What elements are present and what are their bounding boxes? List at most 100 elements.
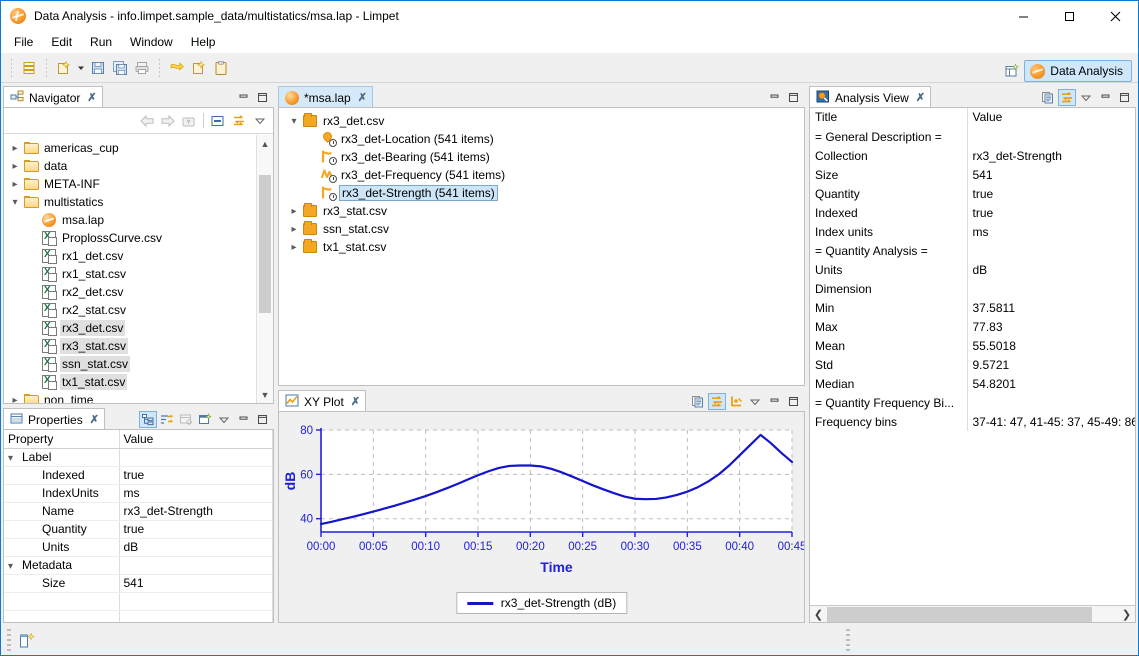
expander-icon[interactable]: ▸ (8, 161, 22, 172)
new-view-icon[interactable] (196, 411, 214, 428)
minimize-icon[interactable] (1096, 89, 1114, 106)
editor-tree-item[interactable]: ▸ rx3_stat.csv (279, 202, 804, 220)
close-icon[interactable]: ✗ (916, 91, 925, 104)
expander-icon[interactable]: ▾ (8, 561, 22, 572)
editor-tree[interactable]: ▾rx3_det.csv▸rx3_det-Location (541 items… (279, 108, 804, 256)
navigator-tree-item[interactable]: ▸ META-INF (4, 175, 273, 193)
editor-tree-item[interactable]: ▸ tx1_stat.csv (279, 238, 804, 256)
new-file-icon[interactable] (188, 57, 210, 79)
editor-tree-item[interactable]: ▾ rx3_det.csv (279, 112, 804, 130)
properties-row[interactable]: Name rx3_det-Strength (4, 502, 273, 521)
expander-icon[interactable]: ▾ (8, 453, 22, 464)
analysis-row[interactable]: Dimension (810, 279, 1135, 298)
copy-icon[interactable] (1039, 89, 1057, 106)
navigator-tree-item[interactable]: ▸msa.lap (4, 211, 273, 229)
analysis-row[interactable]: = General Description = (810, 127, 1135, 146)
link-selection-icon[interactable] (708, 393, 726, 410)
properties-row[interactable]: Indexed true (4, 466, 273, 485)
close-icon[interactable]: ✗ (351, 395, 360, 408)
properties-row[interactable]: Size 541 (4, 574, 273, 593)
xy-chart[interactable]: 40 60 80 00:00 00:05 00:10 00:15 00:20 00:25 00:3… (279, 412, 804, 602)
editor-tree-item[interactable]: ▸rx3_det-Frequency (541 items) (279, 166, 804, 184)
properties-row[interactable]: Units dB (4, 538, 273, 557)
analysis-row[interactable]: Collection rx3_det-Strength (810, 146, 1135, 165)
analysis-row[interactable]: Units dB (810, 260, 1135, 279)
navigator-tree-item[interactable]: ▸rx3_stat.csv (4, 337, 273, 355)
new-icon[interactable] (53, 57, 75, 79)
view-menu-icon[interactable] (215, 411, 233, 428)
analysis-row[interactable]: Frequency bins 37-41: 47, 41-45: 37, 45-4… (810, 412, 1135, 431)
analysis-row[interactable]: Quantity true (810, 184, 1135, 203)
scroll-left-icon[interactable]: ❮ (810, 608, 827, 621)
navigator-tree-item[interactable]: ▸ssn_stat.csv (4, 355, 273, 373)
collapse-all-icon[interactable] (209, 112, 227, 129)
maximize-icon[interactable] (784, 393, 802, 410)
new-dropdown-caret[interactable] (75, 57, 87, 79)
expander-icon[interactable]: ▸ (287, 206, 301, 217)
editor-tree-item[interactable]: ▸rx3_det-Strength (541 items) (279, 184, 804, 202)
editor-tree-item[interactable]: ▸ ssn_stat.csv (279, 220, 804, 238)
properties-row[interactable]: Quantity true (4, 520, 273, 539)
tab-msa-lap[interactable]: *msa.lap ✗ (278, 86, 373, 108)
link-with-editor-icon[interactable] (230, 112, 248, 129)
menu-window[interactable]: Window (121, 32, 182, 52)
navigator-tree-item[interactable]: ▸ProplossCurve.csv (4, 229, 273, 247)
close-button[interactable] (1092, 1, 1138, 31)
minimize-icon[interactable] (234, 411, 252, 428)
navigator-tree-item[interactable]: ▾ multistatics (4, 193, 273, 211)
minimize-icon[interactable] (765, 393, 783, 410)
view-menu-icon[interactable] (746, 393, 764, 410)
analysis-row[interactable]: Index units ms (810, 222, 1135, 241)
view-menu-icon[interactable] (1077, 89, 1095, 106)
maximize-icon[interactable] (1115, 89, 1133, 106)
navigator-tree-item[interactable]: ▸rx1_det.csv (4, 247, 273, 265)
analysis-row[interactable]: = Quantity Frequency Bi... (810, 393, 1135, 412)
list-view-icon[interactable] (18, 57, 40, 79)
expander-icon[interactable]: ▸ (8, 143, 22, 154)
maximize-icon[interactable] (784, 89, 802, 106)
navigator-tree-item[interactable]: ▸rx1_stat.csv (4, 265, 273, 283)
navigator-tree-item[interactable]: ▸rx3_det.csv (4, 319, 273, 337)
maximize-icon[interactable] (253, 411, 271, 428)
expander-icon[interactable]: ▾ (8, 197, 22, 208)
chart-area[interactable]: 40 60 80 00:00 00:05 00:10 00:15 00:20 00:25 00:3… (279, 412, 804, 622)
properties-row[interactable]: ▾ Metadata (4, 556, 273, 575)
expander-icon[interactable]: ▸ (8, 179, 22, 190)
editor-tree-item[interactable]: ▸rx3_det-Bearing (541 items) (279, 148, 804, 166)
analysis-row[interactable]: Indexed true (810, 203, 1135, 222)
scroll-thumb[interactable] (259, 175, 271, 313)
expander-icon[interactable]: ▸ (287, 242, 301, 253)
perspective-data-analysis[interactable]: Data Analysis (1024, 60, 1132, 82)
navigator-vscrollbar[interactable]: ▲ ▼ (256, 135, 273, 403)
scroll-up-icon[interactable]: ▲ (257, 135, 273, 152)
link-selection-icon[interactable] (1058, 89, 1076, 106)
scroll-thumb[interactable] (827, 606, 1092, 622)
navigator-tree[interactable]: ▸ americas_cup ▸ data ▸ META-INF ▾ multistatics… (4, 135, 273, 403)
navigator-tree-item[interactable]: ▸rx2_det.csv (4, 283, 273, 301)
close-icon[interactable]: ✗ (87, 91, 96, 104)
analysis-row[interactable]: Median 54.8201 (810, 374, 1135, 393)
expander-icon[interactable]: ▸ (8, 395, 22, 404)
minimize-icon[interactable] (234, 89, 252, 106)
analysis-row[interactable]: Min 37.5811 (810, 298, 1135, 317)
maximize-icon[interactable] (253, 89, 271, 106)
minimize-icon[interactable] (765, 89, 783, 106)
chart-tools-icon[interactable] (727, 393, 745, 410)
tab-properties[interactable]: Properties ✗ (3, 408, 105, 430)
analysis-row[interactable]: = Quantity Analysis = (810, 241, 1135, 260)
copy-icon[interactable] (689, 393, 707, 410)
close-icon[interactable]: ✗ (358, 91, 367, 104)
run-icon[interactable] (166, 57, 188, 79)
editor-status-icon[interactable] (19, 632, 35, 648)
scroll-right-icon[interactable]: ❯ (1118, 608, 1135, 621)
navigator-tree-item[interactable]: ▸ non_time (4, 391, 273, 403)
save-icon[interactable] (87, 57, 109, 79)
open-perspective-icon[interactable] (1000, 60, 1024, 82)
editor-tree-item[interactable]: ▸rx3_det-Location (541 items) (279, 130, 804, 148)
analysis-hscrollbar[interactable]: ❮ ❯ (810, 605, 1135, 622)
navigator-tree-item[interactable]: ▸ americas_cup (4, 139, 273, 157)
maximize-button[interactable] (1046, 1, 1092, 31)
properties-row[interactable]: ▾ Label (4, 448, 273, 467)
close-icon[interactable]: ✗ (90, 413, 99, 426)
expander-icon[interactable]: ▾ (287, 116, 301, 127)
